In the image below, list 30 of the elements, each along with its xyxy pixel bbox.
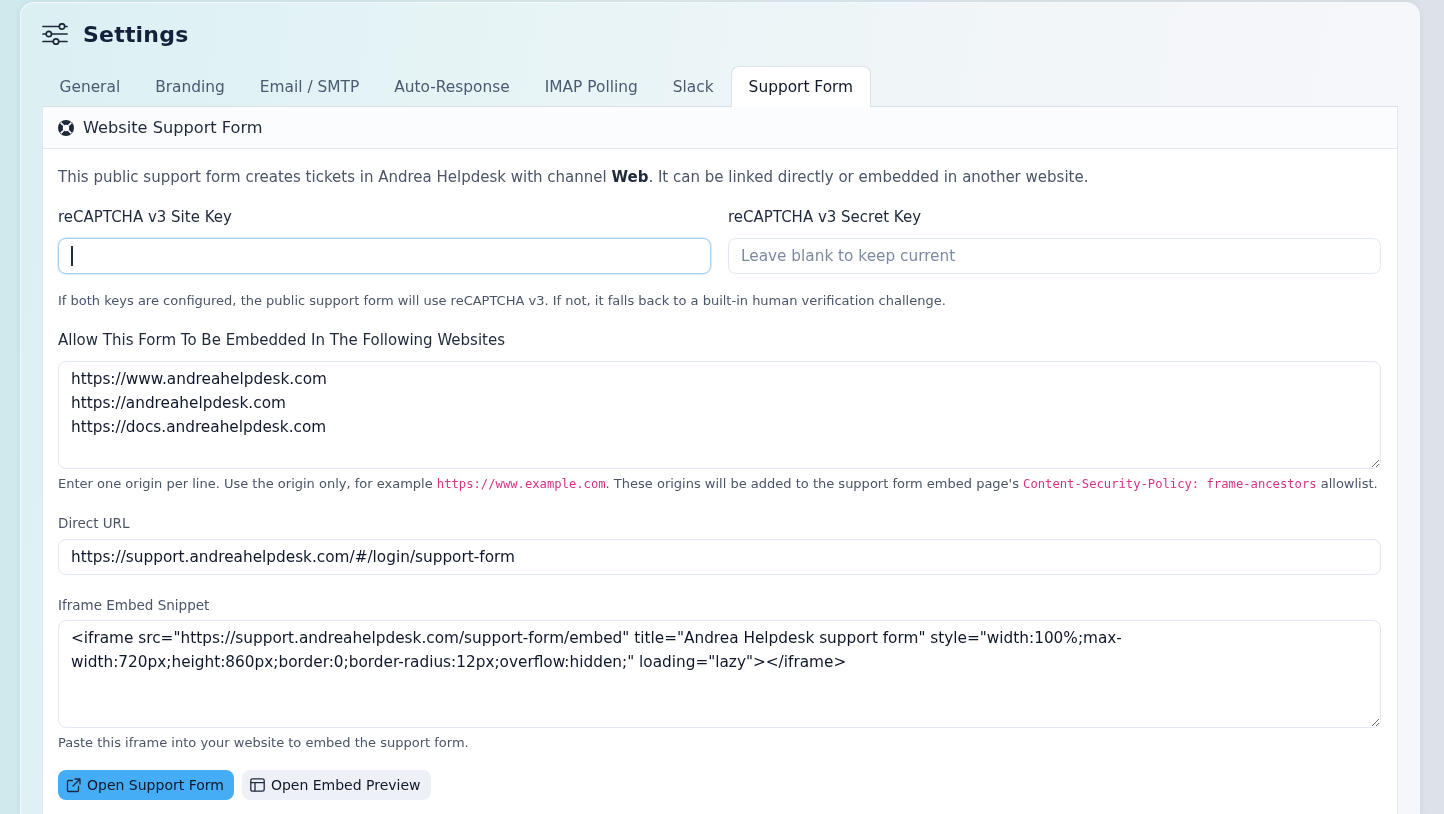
help-text: If both keys are configured, the public support form will use reCAPTCHA v3. If not, it falls back to a built-in human verification challenge. <box>58 292 947 310</box>
preview-button[interactable]: Open Embed Preview <box>241 770 431 800</box>
help-text: Enter one origin per line. Use the origin only, for example https://www.example.com. These origins will be added to the support form embed page's Content-Security-Policy: frame-ancestors allowlist. <box>58 475 1379 493</box>
field-label: Direct URL <box>58 514 131 532</box>
tab[interactable]: Support Form <box>731 66 871 107</box>
open-form-button[interactable]: Open Support Form <box>58 770 234 800</box>
lifebuoy-icon <box>58 119 74 136</box>
key-input[interactable]: Leave blank to keep current <box>728 238 1381 274</box>
tab[interactable]: IMAP Polling <box>527 66 656 107</box>
field-label: Iframe Embed Snippet <box>58 596 211 614</box>
text-cursor-icon <box>71 246 73 266</box>
field-label: reCAPTCHA v3 Site Key <box>58 207 233 227</box>
snippet-textarea[interactable]: <iframe src="https://support.andreahelpdesk.com/support-form/embed" title="Andrea Helpdesk support form" style="width:100%;max-width:720px;height:860px;border:0;border-radius:12px;overflow:hidden;" loading="lazy"></iframe> <box>58 620 1381 728</box>
field-label: reCAPTCHA v3 Secret Key <box>728 207 922 227</box>
tab[interactable]: Auto-Response <box>376 66 528 107</box>
tab[interactable]: Email / SMTP <box>242 66 377 107</box>
layout-icon <box>249 778 265 792</box>
external-link-icon <box>66 777 81 793</box>
tab[interactable]: General <box>42 66 138 107</box>
sliders-icon <box>42 23 68 45</box>
field-label: Allow This Form To Be Embedded In The Following Websites <box>58 330 507 350</box>
tab[interactable]: Branding <box>137 66 243 107</box>
url-input[interactable]: https://support.andreahelpdesk.com/#/login/support-form <box>58 539 1381 575</box>
page-title: Settings <box>83 21 189 47</box>
key-input[interactable] <box>58 238 711 274</box>
description-text: This public support form creates tickets in Andrea Helpdesk with channel Web. It can be linked directly or embedded in another website. <box>58 167 1090 188</box>
origins-textarea[interactable]: https://www.andreahelpdesk.com https://andreahelpdesk.com https://docs.andreahelpdesk.com <box>58 361 1381 469</box>
tab[interactable]: Slack <box>655 66 732 107</box>
help-text: Paste this iframe into your website to embed the support form. <box>58 734 470 752</box>
panel-title: Website Support Form <box>83 118 263 137</box>
